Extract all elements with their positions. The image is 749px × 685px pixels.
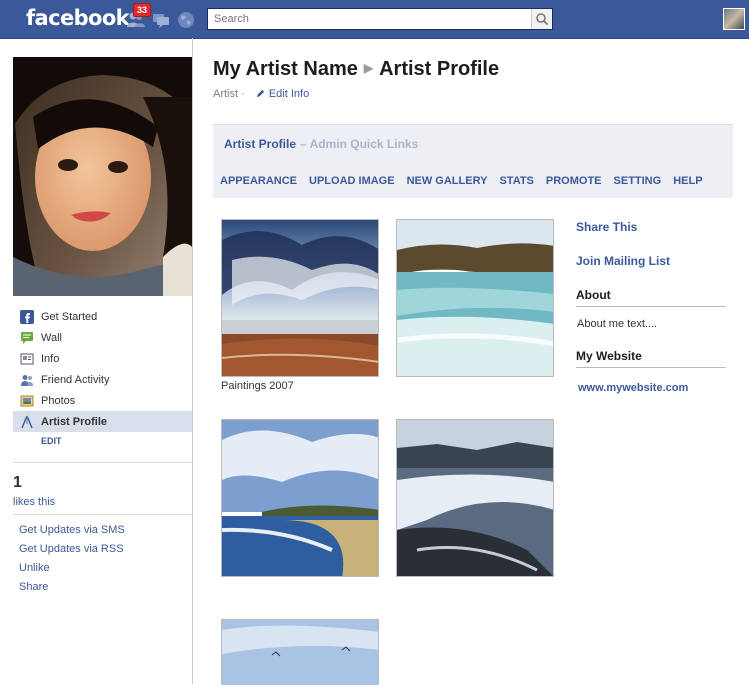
share-link[interactable]: Share [19, 581, 125, 600]
likes-count: 1 [13, 474, 22, 491]
tab-name: Artist Profile [379, 58, 500, 80]
page-subline: Artist · Edit Info [213, 88, 309, 100]
notification-badge[interactable]: 33 [133, 3, 152, 17]
nav-item-friend-activity[interactable]: Friend Activity [13, 369, 192, 390]
user-avatar[interactable] [723, 8, 745, 30]
edit-tabs-link[interactable]: EDIT [41, 436, 62, 446]
upload-image-link[interactable]: UPLOAD IMAGE [309, 175, 395, 187]
get-updates-sms-link[interactable]: Get Updates via SMS [19, 524, 125, 543]
help-link[interactable]: HELP [673, 175, 702, 187]
breadcrumb-arrow-icon: ▶ [363, 61, 374, 75]
search-button[interactable] [531, 9, 552, 29]
search-box[interactable] [207, 8, 553, 30]
profile-photo-image [13, 57, 192, 296]
about-heading: About [576, 288, 726, 307]
nav-item-info[interactable]: Info [13, 348, 192, 369]
messages-icon[interactable] [151, 10, 171, 30]
pencil-icon [256, 89, 264, 98]
painting-image [222, 620, 378, 685]
share-this-link[interactable]: Share This [576, 220, 637, 234]
profile-picture[interactable] [13, 57, 192, 296]
edit-info-label: Edit Info [268, 88, 310, 100]
edit-info-link[interactable]: Edit Info [256, 88, 309, 100]
nav-item-wall[interactable]: Wall [13, 327, 192, 348]
page-category: Artist · [213, 88, 245, 100]
page-actions: Get Updates via SMS Get Updates via RSS … [19, 524, 125, 600]
website-heading: My Website [576, 349, 726, 368]
profile-nav: Get Started Wall Info Friend Activity Ph… [13, 306, 192, 432]
admin-title: Artist Profile – Admin Quick Links [224, 137, 418, 151]
nav-item-get-started[interactable]: Get Started [13, 306, 192, 327]
nav-label: Photos [41, 394, 76, 407]
painting-image [397, 220, 553, 376]
nav-item-artist-profile[interactable]: Artist Profile [13, 411, 192, 432]
search-input[interactable] [208, 9, 540, 29]
nav-label: Get Started [41, 310, 98, 323]
new-gallery-link[interactable]: NEW GALLERY [407, 175, 488, 187]
painting-image [222, 420, 378, 576]
gallery-thumbnail[interactable] [221, 619, 379, 685]
artist-profile-link[interactable]: Artist Profile [224, 137, 296, 151]
gallery-thumbnail[interactable] [221, 419, 379, 577]
nav-label: Wall [41, 331, 62, 344]
painting-image [222, 220, 378, 376]
facebook-logo[interactable]: facebook [26, 6, 130, 30]
top-bar: facebook 33 [0, 0, 749, 39]
wall-icon [21, 331, 33, 344]
admin-subtitle: – Admin Quick Links [300, 137, 419, 151]
page-name-link[interactable]: My Artist Name [213, 58, 358, 80]
gallery-thumbnail[interactable] [396, 219, 554, 377]
stats-link[interactable]: STATS [499, 175, 533, 187]
website-link[interactable]: www.mywebsite.com [578, 382, 688, 394]
unlike-link[interactable]: Unlike [19, 562, 125, 581]
divider [13, 514, 192, 515]
gallery-thumbnail[interactable] [221, 219, 379, 377]
likes-this-link[interactable]: likes this [13, 496, 55, 508]
page-title: My Artist Name ▶ Artist Profile [213, 58, 499, 81]
left-column: Get Started Wall Info Friend Activity Ph… [0, 38, 193, 684]
gallery-caption[interactable]: Paintings 2007 [221, 380, 294, 392]
facebook-icon [20, 309, 34, 324]
nav-label: Info [41, 352, 60, 365]
painting-image [397, 420, 553, 576]
search-icon [536, 13, 549, 26]
notifications-globe-icon[interactable] [176, 10, 196, 30]
divider [13, 462, 192, 463]
artist-profile-icon [21, 415, 33, 428]
setting-link[interactable]: SETTING [614, 175, 662, 187]
about-text: About me text.... [577, 318, 658, 330]
friends-icon [21, 374, 33, 386]
promote-link[interactable]: PROMOTE [546, 175, 602, 187]
admin-quick-links-bar: Artist Profile – Admin Quick Links APPEAR… [213, 124, 733, 198]
nav-label: Artist Profile [41, 415, 108, 428]
info-icon [20, 353, 34, 364]
get-updates-rss-link[interactable]: Get Updates via RSS [19, 543, 125, 562]
photos-icon [20, 395, 34, 406]
nav-label: Friend Activity [41, 373, 110, 386]
admin-links: APPEARANCE UPLOAD IMAGE NEW GALLERY STAT… [220, 175, 715, 187]
join-mailing-list-link[interactable]: Join Mailing List [576, 254, 670, 268]
gallery-thumbnail[interactable] [396, 419, 554, 577]
nav-item-photos[interactable]: Photos [13, 390, 192, 411]
appearance-link[interactable]: APPEARANCE [220, 175, 297, 187]
